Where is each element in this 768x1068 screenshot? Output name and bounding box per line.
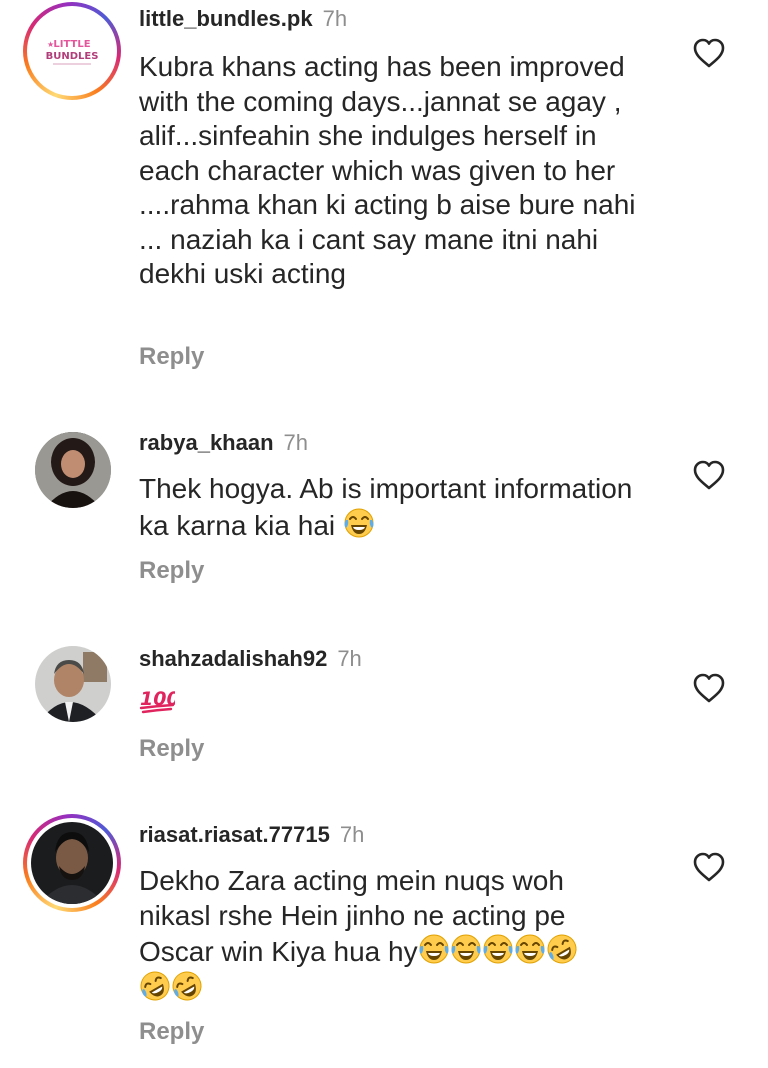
profile-photo [35, 646, 111, 722]
heart-outline-icon[interactable] [692, 459, 726, 491]
reply-button[interactable]: Reply [139, 557, 204, 585]
comment-text: 100 [139, 684, 659, 719]
rolling-laughing-icon [545, 933, 578, 965]
svg-text:★: ★ [47, 40, 54, 49]
comment-item: LITTLE BUNDLES ★ little_bundles.pk 7h Kub… [0, 0, 768, 400]
laughing-tears-icon [450, 934, 482, 964]
rolling-laughing-icon [171, 969, 203, 1002]
comment-item: riasat.riasat.77715 7h Dekho Zara acting … [0, 800, 768, 1068]
reply-button[interactable]: Reply [139, 1018, 204, 1046]
comment-timestamp: 7h [339, 822, 365, 847]
comment-item: shahzadalishah927h 100 Reply [0, 620, 768, 800]
heart-outline-icon[interactable] [692, 672, 726, 704]
comment-text: Kubra khans acting has been improved wit… [139, 51, 636, 289]
profile-photo [31, 822, 113, 904]
heart-outline-icon[interactable] [692, 37, 726, 69]
comment-username[interactable]: riasat.riasat.77715 7h [139, 822, 364, 848]
comment-username[interactable]: little_bundles.pk 7h [139, 6, 347, 32]
heart-outline-icon[interactable] [692, 851, 726, 883]
comment-timestamp: 7h [337, 646, 362, 671]
comment-timestamp: 7h [283, 430, 309, 455]
avatar[interactable] [23, 814, 121, 912]
svg-text:BUNDLES: BUNDLES [46, 51, 99, 62]
little-bundles-logo: LITTLE BUNDLES ★ [46, 39, 99, 65]
avatar[interactable] [35, 432, 111, 508]
svg-text:LITTLE: LITTLE [53, 39, 90, 50]
profile-photo [35, 432, 111, 508]
comment-text: Thek hogya. Ab is important information … [139, 473, 633, 541]
comment-item: rabya_khaan 7h Thek hogya. Ab is importan… [0, 400, 768, 620]
comment-username[interactable]: shahzadalishah92 7h [139, 646, 362, 672]
laughing-tears-icon [514, 934, 546, 964]
comment-timestamp: 7h [322, 6, 348, 31]
laughing-tears-icon [482, 934, 514, 964]
rolling-laughing-icon [139, 969, 171, 1002]
comment-username[interactable]: rabya_khaan 7h [139, 430, 308, 456]
laughing-tears-icon [418, 934, 450, 964]
avatar[interactable] [35, 646, 111, 722]
reply-button[interactable]: Reply [139, 735, 204, 763]
reply-button[interactable]: Reply [139, 343, 204, 371]
avatar[interactable]: LITTLE BUNDLES ★ [23, 2, 121, 100]
laughing-tears-icon [343, 507, 375, 538]
hundred-points-icon: 100 [139, 688, 175, 714]
comment-text: Dekho Zara acting mein nuqs woh nikasl r… [139, 864, 639, 1006]
